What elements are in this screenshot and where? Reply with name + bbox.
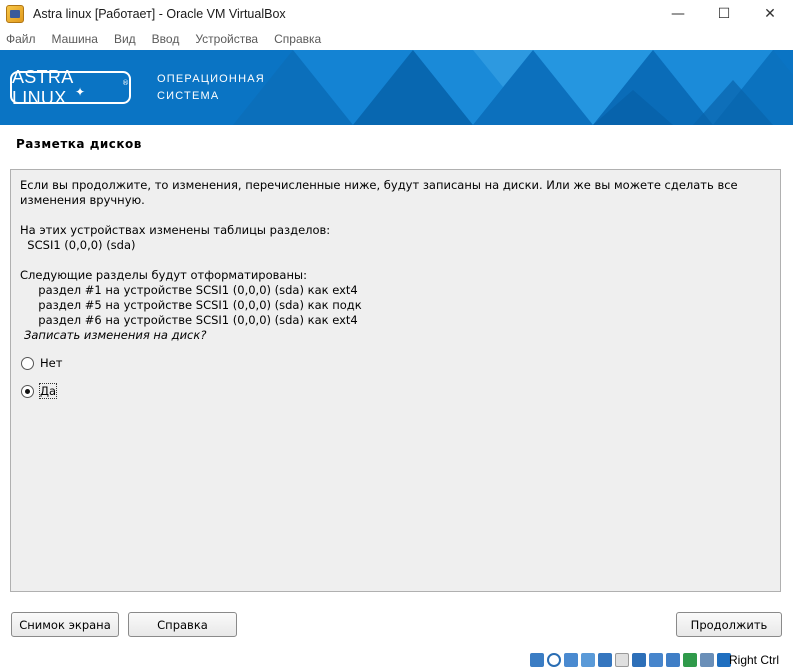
audio-icon[interactable] — [564, 653, 578, 667]
window-titlebar: Astra linux [Работает] - Oracle VM Virtu… — [0, 0, 793, 28]
banner-subtitle: ОПЕРАЦИОННАЯ СИСТЕМА — [157, 71, 265, 105]
menu-devices[interactable]: Устройства — [195, 32, 258, 46]
usb-icon[interactable] — [598, 653, 612, 667]
screen-capture-icon[interactable] — [649, 653, 663, 667]
virtualbox-app-icon — [6, 5, 24, 23]
astra-linux-logo: ✦ ASTRA LINUX ® — [10, 67, 131, 108]
network-icon[interactable] — [581, 653, 595, 667]
page-title: Разметка дисков — [16, 137, 142, 151]
menu-input[interactable]: Ввод — [152, 32, 180, 46]
status-icons — [527, 653, 731, 667]
partition-line: раздел #1 на устройстве SCSI1 (0,0,0) (s… — [20, 283, 358, 297]
registered-mark: ® — [122, 79, 129, 87]
close-button[interactable]: ✕ — [747, 0, 793, 28]
virtualization-icon[interactable] — [683, 653, 697, 667]
banner-pattern — [233, 50, 793, 125]
shared-folders-icon[interactable] — [615, 653, 629, 667]
logo-text: ASTRA LINUX — [12, 66, 73, 108]
menu-file[interactable]: Файл — [6, 32, 36, 46]
star-icon: ✦ — [75, 85, 86, 99]
menu-machine[interactable]: Машина — [52, 32, 98, 46]
continue-button[interactable]: Продолжить — [676, 612, 782, 637]
intro-line-1: Если вы продолжите, то изменения, перечи… — [20, 178, 738, 192]
vm-statusbar: Right Ctrl — [0, 651, 793, 669]
screenshot-button[interactable]: Снимок экрана — [11, 612, 119, 637]
banner-subtitle-line2: СИСТЕМА — [157, 90, 220, 102]
radio-yes[interactable] — [21, 384, 34, 398]
content-panel: Если вы продолжите, то изменения, перечи… — [10, 169, 781, 592]
hard-disk-icon[interactable] — [530, 653, 544, 667]
tables-device: SCSI1 (0,0,0) (sda) — [20, 238, 136, 252]
option-no-label[interactable]: Нет — [40, 356, 62, 370]
help-button[interactable]: Справка — [128, 612, 237, 637]
host-key-label: Right Ctrl — [728, 653, 779, 667]
menu-bar: Файл Машина Вид Ввод Устройства Справка — [0, 28, 793, 50]
cpu-icon[interactable] — [700, 653, 714, 667]
option-yes-label[interactable]: Да — [38, 383, 58, 399]
partition-line: раздел #6 на устройстве SCSI1 (0,0,0) (s… — [20, 313, 358, 327]
optical-drive-icon[interactable] — [547, 653, 561, 667]
mouse-integration-icon[interactable] — [666, 653, 680, 667]
content-text: Если вы продолжите, то изменения, перечи… — [20, 178, 770, 343]
tables-header: На этих устройствах изменены таблицы раз… — [20, 223, 331, 237]
option-no[interactable]: Нет — [21, 356, 62, 370]
installer-banner: ✦ ASTRA LINUX ® ОПЕРАЦИОННАЯ СИСТЕМА — [0, 50, 793, 125]
window-title: Astra linux [Работает] - Oracle VM Virtu… — [33, 7, 286, 21]
partition-line: раздел #5 на устройстве SCSI1 (0,0,0) (s… — [20, 298, 362, 312]
menu-view[interactable]: Вид — [114, 32, 136, 46]
window-controls: — ☐ ✕ — [655, 0, 793, 28]
maximize-button[interactable]: ☐ — [701, 0, 747, 28]
menu-help[interactable]: Справка — [274, 32, 321, 46]
display-icon[interactable] — [632, 653, 646, 667]
intro-line-2: изменения вручную. — [20, 193, 145, 207]
banner-subtitle-line1: ОПЕРАЦИОННАЯ — [157, 73, 265, 85]
minimize-button[interactable]: — — [655, 0, 701, 28]
option-yes[interactable]: Да — [21, 383, 58, 399]
format-header: Следующие разделы будут отформатированы: — [20, 268, 307, 282]
radio-no[interactable] — [21, 356, 34, 370]
question-text: Записать изменения на диск? — [24, 328, 207, 342]
